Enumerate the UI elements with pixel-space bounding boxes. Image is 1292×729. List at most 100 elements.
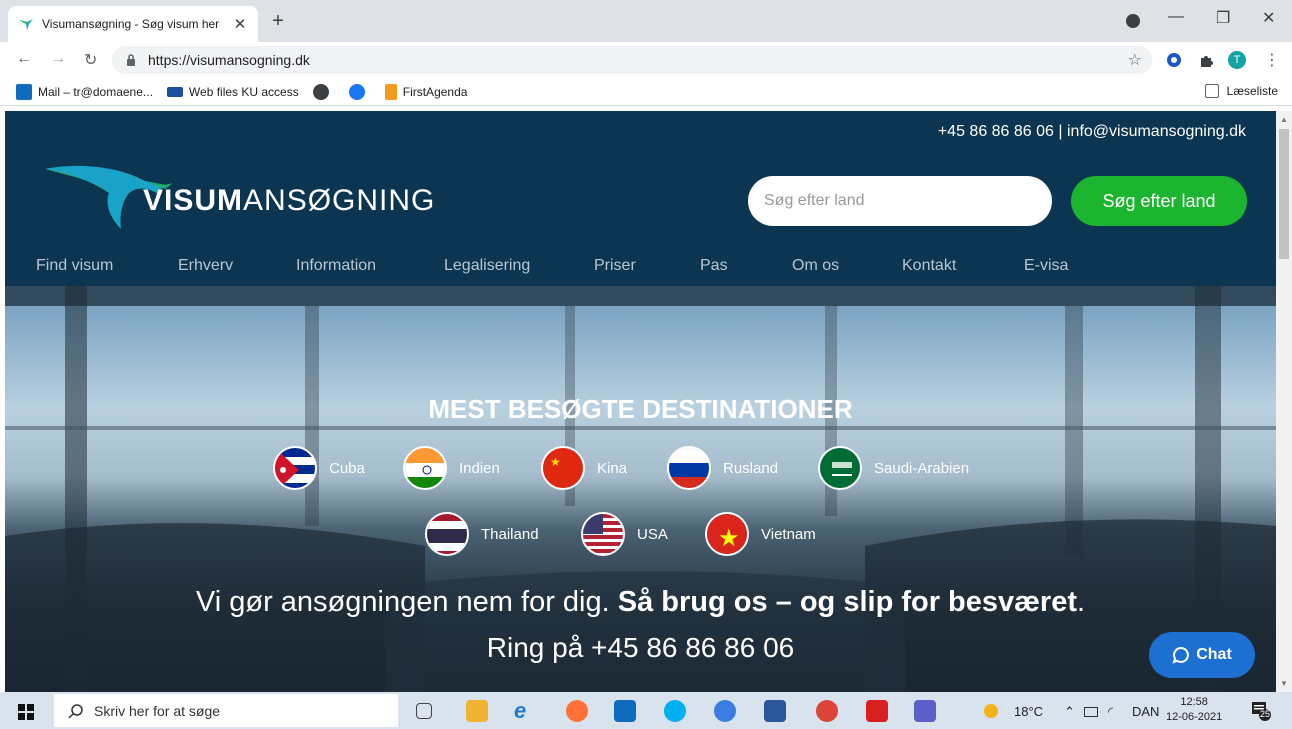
- main-navigation: Find visum Erhverv Information Legaliser…: [5, 253, 1276, 279]
- reading-list-button[interactable]: Læseliste: [1204, 84, 1278, 98]
- facebook-icon: [348, 83, 365, 100]
- destination-kina[interactable]: ★ Kina: [541, 446, 627, 490]
- scroll-up-icon[interactable]: ▲: [1280, 115, 1288, 124]
- nav-e-visa[interactable]: E-visa: [1024, 257, 1068, 275]
- nav-priser[interactable]: Priser: [594, 257, 636, 275]
- scrollbar-thumb[interactable]: [1279, 129, 1289, 259]
- chat-bubble-icon: [1172, 646, 1190, 664]
- tray-chevron-icon[interactable]: ⌃: [1064, 704, 1075, 720]
- country-search-input[interactable]: [748, 176, 1052, 226]
- extensions-puzzle-icon[interactable]: [1198, 52, 1214, 68]
- bookmarks-bar: Mail – tr@domaene... Web files KU access…: [0, 78, 1292, 106]
- china-flag-icon: ★: [541, 446, 585, 490]
- task-view-icon[interactable]: [416, 703, 432, 719]
- weather-icon[interactable]: [984, 704, 998, 718]
- nav-kontakt[interactable]: Kontakt: [902, 257, 956, 275]
- browser-profile-icon[interactable]: [1126, 14, 1140, 28]
- page-viewport: +45 86 86 86 06 | info@visumansogning.dk…: [5, 111, 1276, 692]
- lock-icon: [127, 54, 135, 66]
- nav-erhverv[interactable]: Erhverv: [178, 257, 233, 275]
- site-logo-text[interactable]: VISUMANSØGNING: [143, 184, 435, 218]
- internet-explorer-icon[interactable]: e: [514, 700, 536, 722]
- bookmark-facebook[interactable]: [348, 83, 371, 100]
- bookmark-firstagenda[interactable]: FirstAgenda: [384, 83, 467, 100]
- reading-list-icon: [1204, 84, 1219, 98]
- firstagenda-icon: [384, 83, 397, 100]
- bookmark-star-icon[interactable]: ☆: [1128, 50, 1142, 70]
- page-scrollbar[interactable]: ▲ ▼: [1276, 111, 1292, 692]
- notifications-icon[interactable]: 25: [1250, 700, 1272, 722]
- reload-icon[interactable]: ↻: [84, 50, 97, 70]
- windows-start-icon[interactable]: [18, 704, 34, 720]
- profile-avatar[interactable]: T: [1228, 51, 1246, 69]
- usa-flag-icon: [581, 512, 625, 556]
- new-tab-button[interactable]: +: [266, 10, 290, 33]
- bookmark-web-files[interactable]: Web files KU access: [166, 85, 299, 99]
- chrome-icon[interactable]: [816, 700, 838, 722]
- acrobat-icon[interactable]: [866, 700, 888, 722]
- hero-phone[interactable]: Ring på +45 86 86 86 06: [5, 632, 1276, 664]
- teams-icon[interactable]: [914, 700, 936, 722]
- tab-close-icon[interactable]: ✕: [232, 15, 248, 33]
- tab-title: Visumansøgning - Søg visum her: [42, 17, 220, 31]
- saudi-arabia-flag-icon: [818, 446, 862, 490]
- destination-saudi-arabien[interactable]: Saudi-Arabien: [818, 446, 969, 490]
- destination-rusland[interactable]: Rusland: [667, 446, 778, 490]
- taskbar-clock[interactable]: 12:58 12-06-2021: [1166, 695, 1222, 725]
- network-icon[interactable]: [1084, 707, 1098, 717]
- destination-thailand[interactable]: Thailand: [425, 512, 539, 556]
- nav-legalisering[interactable]: Legalisering: [444, 257, 530, 275]
- restore-icon[interactable]: ❐: [1216, 8, 1230, 28]
- bookmark-mail[interactable]: Mail – tr@domaene...: [16, 83, 153, 100]
- svg-text:★: ★: [550, 455, 561, 469]
- language-indicator[interactable]: DAN: [1132, 704, 1159, 719]
- contact-info[interactable]: +45 86 86 86 06 | info@visumansogning.dk: [938, 123, 1246, 141]
- back-icon[interactable]: ←: [16, 50, 32, 68]
- destination-vietnam[interactable]: ★ Vietnam: [705, 512, 816, 556]
- outlook-icon: [16, 83, 32, 100]
- menu-kebab-icon[interactable]: ⋮: [1264, 50, 1280, 70]
- window-close-icon[interactable]: ✕: [1262, 8, 1275, 28]
- browser-tab-active[interactable]: Visumansøgning - Søg visum her ✕: [8, 6, 258, 42]
- search-icon: [68, 703, 83, 719]
- url-text: https://visumansogning.dk: [148, 52, 310, 68]
- country-search-button[interactable]: Søg efter land: [1071, 176, 1247, 226]
- browser-toolbar: ← → ↻ https://visumansogning.dk ☆ T ⋮: [0, 42, 1292, 78]
- firefox-icon[interactable]: [566, 700, 588, 722]
- nav-pas[interactable]: Pas: [700, 257, 728, 275]
- file-explorer-icon[interactable]: [466, 700, 488, 722]
- site-header: +45 86 86 86 06 | info@visumansogning.dk…: [5, 111, 1276, 286]
- forward-icon[interactable]: →: [50, 50, 66, 68]
- globe-icon: [312, 83, 329, 100]
- taskbar-search-box[interactable]: Skriv her for at søge: [54, 694, 398, 727]
- thailand-flag-icon: [425, 512, 469, 556]
- wifi-icon[interactable]: ◜: [1108, 704, 1113, 720]
- nav-information[interactable]: Information: [296, 257, 376, 275]
- hummingbird-favicon-icon: [19, 19, 33, 30]
- svg-text:★: ★: [718, 524, 740, 552]
- vpn-icon: [166, 86, 183, 97]
- skype-icon[interactable]: [664, 700, 686, 722]
- browser-window: Visumansøgning - Søg visum her ✕ + — ❐ ✕…: [0, 0, 1292, 729]
- weather-temperature[interactable]: 18°C: [1014, 704, 1043, 719]
- nav-om-os[interactable]: Om os: [792, 257, 839, 275]
- russia-flag-icon: [667, 446, 711, 490]
- outlook-taskbar-icon[interactable]: [614, 700, 636, 722]
- cuba-flag-icon: [273, 446, 317, 490]
- india-flag-icon: [403, 446, 447, 490]
- destination-usa[interactable]: USA: [581, 512, 668, 556]
- address-bar[interactable]: https://visumansogning.dk ☆: [112, 46, 1152, 74]
- minimize-icon[interactable]: —: [1168, 8, 1184, 26]
- extension-circle-icon[interactable]: [1166, 52, 1182, 68]
- skype-business-icon[interactable]: [714, 700, 736, 722]
- scroll-down-icon[interactable]: ▼: [1280, 679, 1288, 688]
- hero-title: MEST BESØGTE DESTINATIONER: [428, 394, 853, 424]
- destination-indien[interactable]: Indien: [403, 446, 500, 490]
- windows-taskbar: Skriv her for at søge e 18°C ⌃ ◜ DAN 12:…: [0, 692, 1292, 729]
- nav-find-visum[interactable]: Find visum: [36, 257, 113, 275]
- word-icon[interactable]: [764, 700, 786, 722]
- bookmark-globe[interactable]: [312, 83, 335, 100]
- destination-cuba[interactable]: Cuba: [273, 446, 365, 490]
- chat-button[interactable]: Chat: [1149, 632, 1255, 678]
- tab-strip: Visumansøgning - Søg visum her ✕ + — ❐ ✕: [0, 0, 1292, 42]
